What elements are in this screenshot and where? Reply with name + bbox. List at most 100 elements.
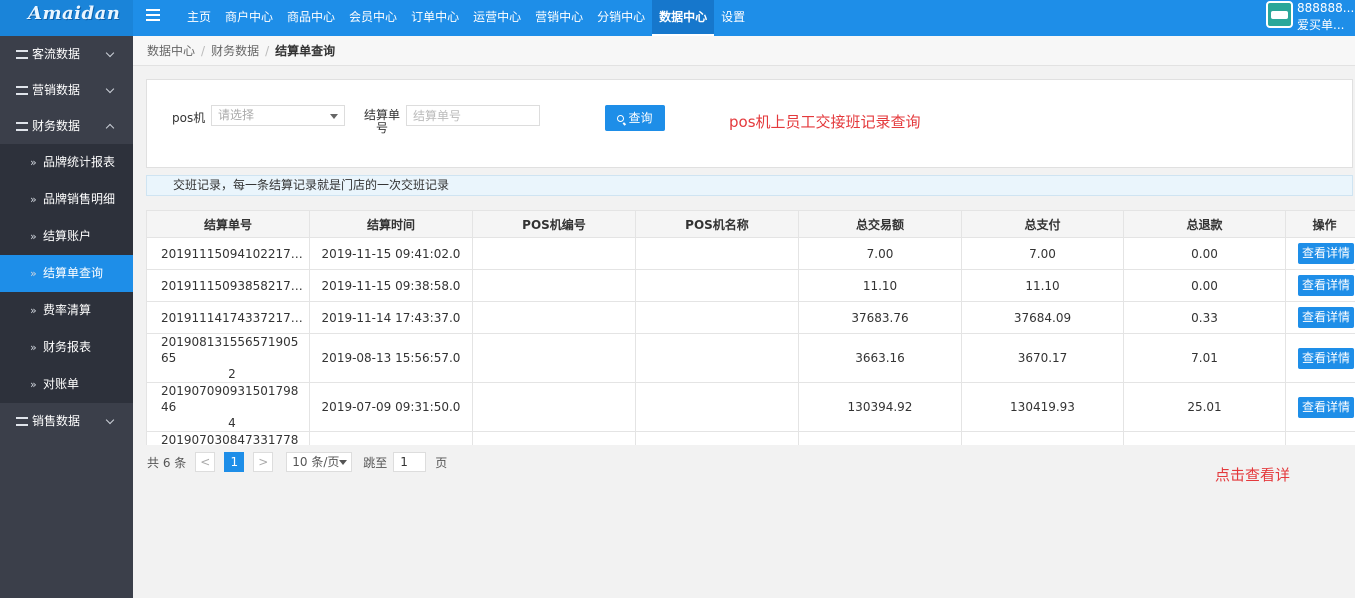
nav-item[interactable]: 分销中心 <box>590 0 652 36</box>
nav-item[interactable]: 数据中心 <box>652 0 715 36</box>
breadcrumb-current: 结算单查询 <box>275 44 336 58</box>
cell-pos-id <box>472 382 636 432</box>
nav-item[interactable]: 主页 <box>180 0 218 36</box>
view-detail-button[interactable]: 查看详情 <box>1298 275 1355 296</box>
sidebar-item[interactable]: » 财务报表 <box>0 329 133 366</box>
nav-item[interactable]: 运营中心 <box>466 0 528 36</box>
sidebar-item-label: 品牌销售明细 <box>43 192 116 206</box>
nav-item[interactable]: 商户中心 <box>218 0 280 36</box>
sidebar-item[interactable]: » 对账单 <box>0 366 133 403</box>
top-nav: 主页 商户中心 商品中心 会员中心 订单中心 运营中心 营销中心 分销中心 数据中心 设置 <box>180 0 752 36</box>
cell-pos-name <box>635 237 799 270</box>
cell-pos-name <box>635 382 799 432</box>
settlement-no-label: 结算单号 <box>363 108 400 135</box>
cell-pos-id <box>472 333 636 383</box>
user-name[interactable]: 888888... 爱买单... <box>1297 0 1355 34</box>
sidebar-item-label: 对账单 <box>43 377 80 391</box>
page-size-select[interactable]: 10 条/页 <box>286 452 353 472</box>
cell-refund: 0.00 <box>1123 237 1286 270</box>
pos-label: pos机 <box>172 111 206 125</box>
goto-page-input[interactable] <box>393 452 427 472</box>
table-row: 2019111509410221762... 2019-11-15 09:41:0… <box>146 237 1355 270</box>
sidebar: 客流数据 营销数据 财务数据 » 品牌统计报表 » 品牌销售明细 » 结算账户 » 结算单查询… <box>0 36 133 598</box>
settlement-no-cell: 2019111417433721751... <box>146 301 310 334</box>
cell-pos-id <box>472 301 636 334</box>
user-avatar[interactable] <box>1266 1 1293 28</box>
cell-total: 11.10 <box>798 269 962 302</box>
logo-text: Amaidan <box>28 3 121 24</box>
sidebar-item[interactable]: » 结算账户 <box>0 218 133 255</box>
list-icon <box>16 86 28 95</box>
view-detail-button[interactable]: 查看详情 <box>1298 396 1355 418</box>
double-chevron-icon: » <box>30 341 37 354</box>
sidebar-item[interactable]: » 品牌统计报表 <box>0 144 133 181</box>
sidebar-item-label: 结算账户 <box>43 229 92 243</box>
settlement-no-input[interactable] <box>406 105 540 126</box>
sidebar-group-marketing[interactable]: 营销数据 <box>0 72 133 108</box>
app-logo[interactable]: Amaidan <box>0 0 133 36</box>
view-detail-button[interactable]: 查看详情 <box>1298 243 1355 264</box>
annotation-bottom-note: 点击查看详 <box>1215 466 1291 484</box>
cell-time: 2019-11-15 09:41:02.0 <box>309 237 473 270</box>
cell-pos-name <box>635 301 799 334</box>
cell-action: 查看详情 <box>1285 301 1355 334</box>
sidebar-item[interactable]: » 费率清算 <box>0 292 133 329</box>
sidebar-item[interactable]: » 结算单查询 <box>0 255 133 292</box>
cell-refund: 0.00 <box>1123 269 1286 302</box>
cell-refund: 21.22 <box>1123 431 1286 445</box>
sidebar-group-traffic[interactable]: 客流数据 <box>0 36 133 72</box>
table-row: 20190709093150179846 4 2019-07-09 09:31:50… <box>146 382 1355 432</box>
view-detail-button[interactable]: 查看详情 <box>1298 307 1355 328</box>
breadcrumb-level1[interactable]: 数据中心 <box>147 44 195 58</box>
query-button[interactable]: 查询 <box>605 105 665 131</box>
table-row: 2019111417433721751... 2019-11-14 17:43:3… <box>146 301 1355 334</box>
double-chevron-icon: » <box>30 193 37 206</box>
sidebar-group-sales[interactable]: 销售数据 <box>0 403 133 439</box>
nav-item[interactable]: 订单中心 <box>404 0 466 36</box>
column-header: 总支付 <box>961 210 1124 238</box>
nav-item[interactable]: 商品中心 <box>280 0 342 36</box>
dropdown-arrow-icon <box>330 114 338 119</box>
settlement-no-cell: 20190709093150179846 4 <box>146 382 310 432</box>
cell-total: 130394.92 <box>798 382 962 432</box>
cell-pos-id <box>472 431 636 445</box>
search-panel: pos机 请选择 结算单号 查询 pos机上员工交接班记录查询 <box>146 79 1353 168</box>
dropdown-arrow-icon <box>339 460 348 465</box>
sidebar-item[interactable]: » 品牌销售明细 <box>0 181 133 218</box>
double-chevron-icon: » <box>30 230 37 243</box>
cell-paid: 3670.17 <box>961 333 1124 383</box>
pos-select[interactable]: 请选择 <box>211 105 345 126</box>
cell-time: 2019-08-13 15:56:57.0 <box>309 333 473 383</box>
page-1-button[interactable]: 1 <box>224 452 245 472</box>
cell-time: 2019-07-03 08:47:33.0 <box>309 431 473 445</box>
breadcrumb-level2[interactable]: 财务数据 <box>211 44 259 58</box>
sidebar-group-finance[interactable]: 财务数据 <box>0 108 133 144</box>
pagination: 共 6 条 < 1 > 10 条/页 跳至 页 <box>147 451 447 473</box>
nav-item[interactable]: 会员中心 <box>342 0 404 36</box>
cell-refund: 25.01 <box>1123 382 1286 432</box>
sidebar-item-label: 财务报表 <box>43 340 92 354</box>
double-chevron-icon: » <box>30 267 37 280</box>
prev-page-button[interactable]: < <box>195 452 216 472</box>
double-chevron-icon: » <box>30 378 37 391</box>
breadcrumb: 数据中心 / 财务数据 / 结算单查询 <box>133 36 1355 66</box>
column-header: 结算单号 <box>146 210 310 238</box>
cell-time: 2019-11-15 09:38:58.0 <box>309 269 473 302</box>
column-header: 结算时间 <box>309 210 473 238</box>
menu-toggle-icon[interactable] <box>146 9 162 23</box>
total-count: 共 6 条 <box>147 455 187 470</box>
annotation-top-note: pos机上员工交接班记录查询 <box>729 113 921 131</box>
cell-pos-name <box>635 431 799 445</box>
goto-label: 跳至 <box>363 455 388 470</box>
cell-paid: 11.10 <box>961 269 1124 302</box>
next-page-button[interactable]: > <box>253 452 274 472</box>
table-row: 2019111509385821764... 2019-11-15 09:38:5… <box>146 269 1355 302</box>
view-detail-button[interactable]: 查看详情 <box>1298 347 1355 369</box>
cell-total: 7.00 <box>798 237 962 270</box>
nav-item[interactable]: 营销中心 <box>528 0 590 36</box>
column-header: 操作 <box>1285 210 1355 238</box>
nav-item[interactable]: 设置 <box>714 0 752 36</box>
cell-total: 37683.76 <box>798 301 962 334</box>
cell-total: 3663.16 <box>798 333 962 383</box>
double-chevron-icon: » <box>30 304 37 317</box>
